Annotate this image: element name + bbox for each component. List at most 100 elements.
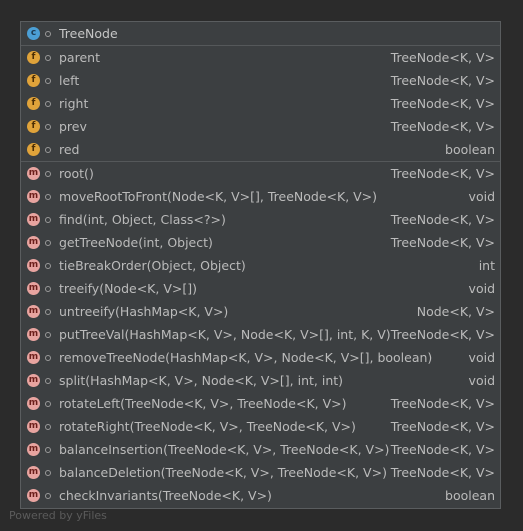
visibility-icon [41, 423, 55, 430]
member-type: TreeNode<K, V> [390, 442, 495, 457]
method-icon: m [27, 420, 40, 433]
field-icon: f [27, 97, 40, 110]
method-row[interactable]: m getTreeNode(int, Object) TreeNode<K, V> [21, 231, 500, 254]
visibility-icon [41, 308, 55, 315]
method-row[interactable]: m tieBreakOrder(Object, Object) int [21, 254, 500, 277]
method-row[interactable]: m treeify(Node<K, V>[]) void [21, 277, 500, 300]
method-icon: m [27, 190, 40, 203]
method-icon: m [27, 282, 40, 295]
member-type: TreeNode<K, V> [390, 235, 495, 250]
member-type: void [468, 373, 495, 388]
footer-credit: Powered by yFiles [9, 509, 107, 522]
member-type: TreeNode<K, V> [390, 96, 495, 111]
method-row[interactable]: m moveRootToFront(Node<K, V>[], TreeNode<… [21, 185, 500, 208]
member-type: TreeNode<K, V> [390, 396, 495, 411]
method-icon: m [27, 374, 40, 387]
visibility-icon [41, 285, 55, 292]
member-type: TreeNode<K, V> [390, 73, 495, 88]
method-icon: m [27, 443, 40, 456]
member-type: boolean [445, 488, 495, 503]
method-icon: m [27, 236, 40, 249]
method-icon: m [27, 259, 40, 272]
method-row[interactable]: m untreeify(HashMap<K, V>) Node<K, V> [21, 300, 500, 323]
method-icon: m [27, 305, 40, 318]
member-name: untreeify(HashMap<K, V>) [59, 304, 229, 319]
visibility-icon [41, 239, 55, 246]
member-name: balanceInsertion(TreeNode<K, V>, TreeNod… [59, 442, 390, 457]
visibility-icon [41, 146, 55, 153]
member-name: parent [59, 50, 100, 65]
method-row[interactable]: m root() TreeNode<K, V> [21, 162, 500, 185]
field-row[interactable]: f right TreeNode<K, V> [21, 92, 500, 115]
member-type: TreeNode<K, V> [390, 465, 495, 480]
visibility-icon [41, 54, 55, 61]
method-row[interactable]: m rotateRight(TreeNode<K, V>, TreeNode<K,… [21, 415, 500, 438]
member-name: root() [59, 166, 94, 181]
visibility-icon [41, 123, 55, 130]
method-row[interactable]: m removeTreeNode(HashMap<K, V>, Node<K, V… [21, 346, 500, 369]
method-row[interactable]: m balanceDeletion(TreeNode<K, V>, TreeNod… [21, 461, 500, 484]
method-icon: m [27, 351, 40, 364]
member-type: boolean [445, 142, 495, 157]
member-name: putTreeVal(HashMap<K, V>, Node<K, V>[], … [59, 327, 391, 342]
member-type: Node<K, V> [416, 304, 495, 319]
field-row[interactable]: f red boolean [21, 138, 500, 161]
member-name: moveRootToFront(Node<K, V>[], TreeNode<K… [59, 189, 378, 204]
method-row[interactable]: m split(HashMap<K, V>, Node<K, V>[], int,… [21, 369, 500, 392]
member-type: TreeNode<K, V> [390, 419, 495, 434]
member-type: void [468, 189, 495, 204]
method-icon: m [27, 397, 40, 410]
method-row[interactable]: m rotateLeft(TreeNode<K, V>, TreeNode<K, … [21, 392, 500, 415]
visibility-icon [41, 170, 55, 177]
method-row[interactable]: m balanceInsertion(TreeNode<K, V>, TreeNo… [21, 438, 500, 461]
field-icon: f [27, 143, 40, 156]
visibility-icon [41, 446, 55, 453]
class-name: TreeNode [59, 26, 118, 41]
class-header: c TreeNode [21, 22, 500, 46]
method-row[interactable]: m find(int, Object, Class<?>) TreeNode<K, … [21, 208, 500, 231]
visibility-icon [41, 492, 55, 499]
visibility-icon [41, 193, 55, 200]
member-name: right [59, 96, 89, 111]
member-name: red [59, 142, 80, 157]
visibility-icon [41, 377, 55, 384]
member-name: checkInvariants(TreeNode<K, V>) [59, 488, 272, 503]
field-row[interactable]: f prev TreeNode<K, V> [21, 115, 500, 138]
methods-section: m root() TreeNode<K, V> m moveRootToFront(No… [21, 162, 500, 507]
member-name: left [59, 73, 80, 88]
visibility-icon [41, 262, 55, 269]
fields-section: f parent TreeNode<K, V> f left TreeNode<K, V>… [21, 46, 500, 162]
member-name: getTreeNode(int, Object) [59, 235, 213, 250]
method-icon: m [27, 466, 40, 479]
visibility-icon [41, 400, 55, 407]
member-name: rotateLeft(TreeNode<K, V>, TreeNode<K, V… [59, 396, 347, 411]
method-icon: m [27, 489, 40, 502]
visibility-icon [41, 100, 55, 107]
method-icon: m [27, 328, 40, 341]
class-icon: c [27, 27, 40, 40]
member-name: balanceDeletion(TreeNode<K, V>, TreeNode… [59, 465, 387, 480]
field-icon: f [27, 74, 40, 87]
member-name: rotateRight(TreeNode<K, V>, TreeNode<K, … [59, 419, 356, 434]
method-icon: m [27, 167, 40, 180]
member-type: TreeNode<K, V> [390, 166, 495, 181]
member-name: find(int, Object, Class<?>) [59, 212, 226, 227]
method-row[interactable]: m putTreeVal(HashMap<K, V>, Node<K, V>[],… [21, 323, 500, 346]
field-icon: f [27, 120, 40, 133]
field-row[interactable]: f parent TreeNode<K, V> [21, 46, 500, 69]
visibility-icon [41, 216, 55, 223]
member-type: TreeNode<K, V> [390, 50, 495, 65]
member-name: removeTreeNode(HashMap<K, V>, Node<K, V>… [59, 350, 433, 365]
member-type: int [478, 258, 495, 273]
member-type: TreeNode<K, V> [390, 327, 495, 342]
method-row[interactable]: m checkInvariants(TreeNode<K, V>) boolean [21, 484, 500, 507]
field-icon: f [27, 51, 40, 64]
member-name: split(HashMap<K, V>, Node<K, V>[], int, … [59, 373, 344, 388]
member-type: TreeNode<K, V> [390, 212, 495, 227]
member-type: void [468, 281, 495, 296]
class-diagram-node[interactable]: c TreeNode f parent TreeNode<K, V> f left Tre… [20, 21, 501, 509]
visibility-icon [41, 469, 55, 476]
field-row[interactable]: f left TreeNode<K, V> [21, 69, 500, 92]
method-icon: m [27, 213, 40, 226]
member-name: prev [59, 119, 87, 134]
